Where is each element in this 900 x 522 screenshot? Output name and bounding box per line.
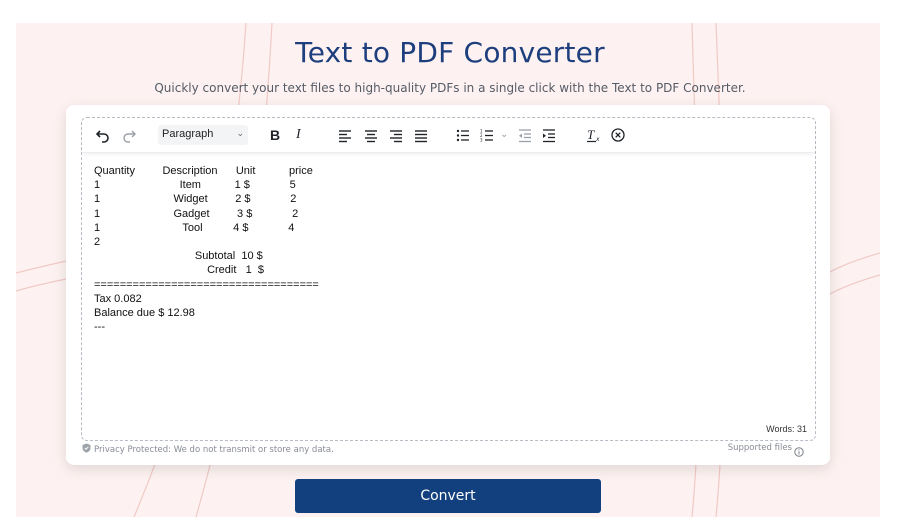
svg-text:x: x xyxy=(595,136,600,143)
editor-line: Credit 1 $ xyxy=(94,264,264,277)
info-icon[interactable] xyxy=(794,442,804,461)
bulleted-list-icon[interactable] xyxy=(456,126,470,144)
editor-frame: Paragraph ⌄ B I 123 ⌄ T x Quantity Descr… xyxy=(81,117,816,441)
align-justify-icon[interactable] xyxy=(414,126,428,144)
editor-line: Quantity Description Unit price xyxy=(94,165,313,177)
editor-toolbar: Paragraph ⌄ B I 123 ⌄ T x xyxy=(82,118,815,153)
italic-icon[interactable]: I xyxy=(296,126,301,144)
align-left-icon[interactable] xyxy=(338,126,352,144)
editor-line: 1 Widget 2 $ 2 xyxy=(94,193,297,206)
page-subtitle: Quickly convert your text files to high-… xyxy=(154,81,746,95)
editor-text-area[interactable]: Quantity Description Unit price 1 Item 1… xyxy=(94,164,794,334)
privacy-note-text: Privacy Protected: We do not transmit or… xyxy=(94,445,334,455)
svg-text:3: 3 xyxy=(480,138,483,143)
editor-card: Paragraph ⌄ B I 123 ⌄ T x Quantity Descr… xyxy=(66,105,830,465)
redo-icon[interactable] xyxy=(122,126,136,144)
align-right-icon[interactable] xyxy=(389,126,403,144)
svg-text:T: T xyxy=(587,127,595,142)
editor-line: --- xyxy=(94,321,105,334)
clear-formatting-icon[interactable]: Tx xyxy=(586,126,602,144)
close-circle-icon[interactable] xyxy=(610,126,626,144)
editor-line: Tax 0.082 xyxy=(94,292,142,305)
undo-icon[interactable] xyxy=(96,126,110,144)
word-count: Words: 31 xyxy=(766,424,807,434)
editor-line: 1 Tool 4 $ 4 xyxy=(94,221,295,234)
numbered-list-icon[interactable]: 123 xyxy=(480,126,494,144)
bold-icon[interactable]: B xyxy=(270,126,280,144)
editor-line: 1 Gadget 3 $ 2 xyxy=(94,207,299,220)
convert-button[interactable]: Convert xyxy=(295,479,601,513)
shield-icon xyxy=(82,443,91,456)
editor-line: Subtotal 10 $ xyxy=(94,250,263,263)
chevron-down-icon[interactable]: ⌄ xyxy=(500,126,508,144)
privacy-note: Privacy Protected: We do not transmit or… xyxy=(82,443,334,456)
page-title: Text to PDF Converter xyxy=(295,36,605,69)
editor-line: 2 xyxy=(94,236,101,249)
editor-line: Balance due $ 12.98 xyxy=(94,307,195,320)
editor-line: 1 Item 1 $ 5 xyxy=(94,179,296,192)
align-center-icon[interactable] xyxy=(364,126,378,144)
paragraph-format-select[interactable]: Paragraph ⌄ xyxy=(158,125,248,145)
supported-files-link[interactable]: Supported files xyxy=(728,443,792,453)
editor-line: =================================== xyxy=(94,278,319,291)
chevron-down-icon: ⌄ xyxy=(236,128,244,138)
indent-icon[interactable] xyxy=(542,126,556,144)
outdent-icon[interactable] xyxy=(518,126,532,144)
paragraph-select-label: Paragraph xyxy=(162,128,214,140)
